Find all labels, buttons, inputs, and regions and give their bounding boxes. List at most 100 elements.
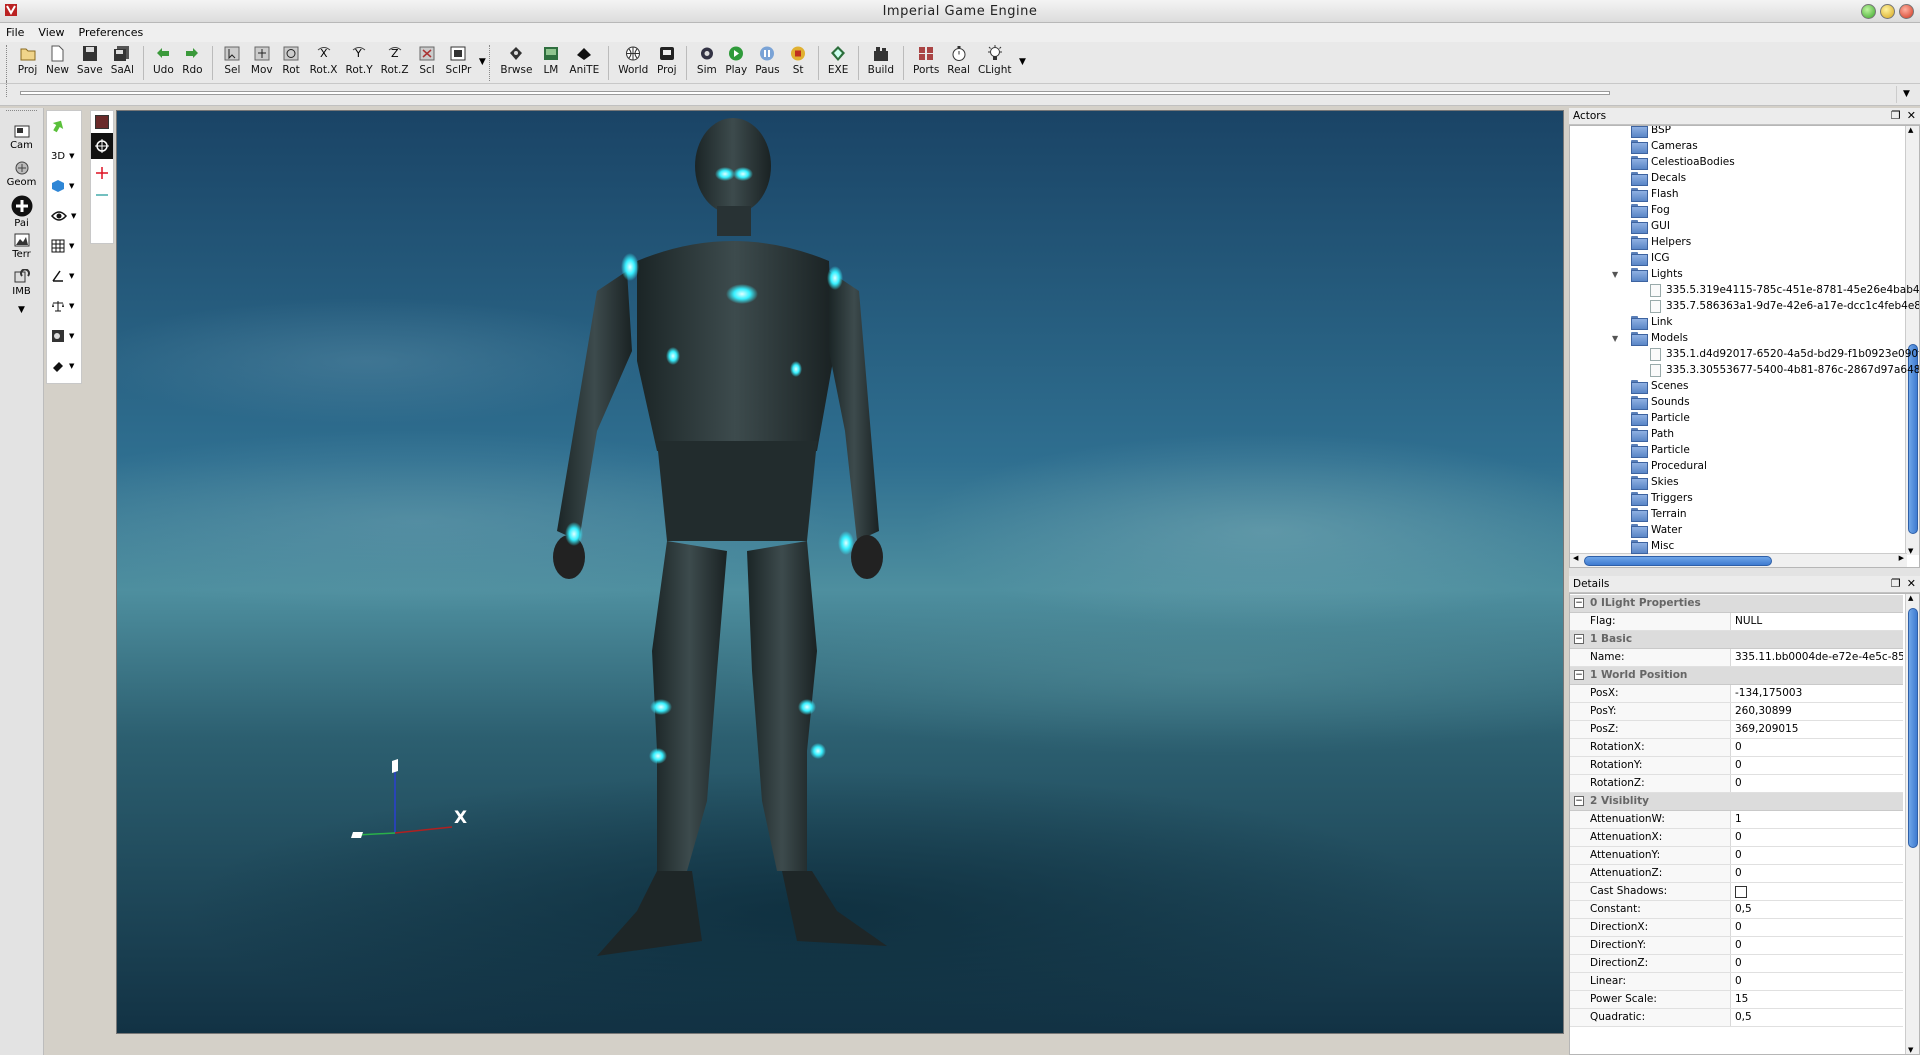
collapse-section-icon[interactable]: − [1574,634,1584,644]
character-model[interactable] [553,118,887,956]
render-dropdown[interactable]: ▼ [47,321,81,351]
scroll-down-arrow[interactable]: ▼ [1908,1046,1913,1054]
maximize-button[interactable] [1880,4,1895,19]
menu-view[interactable]: View [38,26,64,39]
property-value-field[interactable]: 0 [1731,973,1903,990]
scroll-left-arrow[interactable]: ◀ [1573,554,1578,562]
close-panel-icon[interactable]: ✕ [1907,577,1916,590]
tree-folder-item[interactable]: Fog [1631,202,1670,218]
expand-toggle-icon[interactable]: ▼ [1612,334,1621,343]
property-value-field[interactable]: -134,175003 [1731,685,1903,702]
tree-folder-item[interactable]: Sounds [1631,394,1690,410]
timeline-track[interactable] [20,91,1610,95]
3d-viewport[interactable]: X [116,110,1564,1034]
float-panel-icon[interactable]: ❐ [1891,577,1901,590]
snap-tool[interactable] [47,111,81,141]
animation-editor-button[interactable]: AniTE [565,42,603,82]
grid-dropdown[interactable]: ▼ [47,231,81,261]
tree-folder-item[interactable]: Helpers [1631,234,1691,250]
property-value-field[interactable]: 0 [1731,775,1903,792]
property-value-field[interactable]: 0 [1731,955,1903,972]
axis-gizmo[interactable] [351,759,453,838]
project-button[interactable]: Proj [652,42,681,82]
save-button[interactable]: Save [73,42,107,82]
collapse-section-icon[interactable]: − [1574,670,1584,680]
property-value-field[interactable]: 335.11.bb0004de-e72e-4e5c-85f0 [1731,649,1903,666]
property-value-field[interactable]: 0 [1731,919,1903,936]
tree-folder-item[interactable]: Misc [1631,538,1674,554]
menu-file[interactable]: File [6,26,24,39]
paint-tool[interactable]: Pai [0,194,43,229]
left-toolbox-more[interactable]: ▼ [0,305,43,315]
tree-actor-item[interactable]: 335.5.319e4115-785c-451e-8781-45e26e4bab… [1650,282,1919,298]
tree-actor-item[interactable]: 335.7.586363a1-9d7e-42e6-a17e-dcc1c4feb4… [1650,298,1919,314]
target-tool[interactable] [91,133,113,159]
tree-folder-item[interactable]: Decals [1631,170,1686,186]
tree-folder-item[interactable]: ▼ Models [1612,330,1688,346]
actors-horizontal-scrollbar[interactable]: ◀ ▶ [1570,553,1907,567]
property-value-field[interactable]: 260,30899 [1731,703,1903,720]
cast-shadows-checkbox[interactable] [1731,883,1903,900]
tree-folder-item[interactable]: Procedural [1631,458,1707,474]
exe-button[interactable]: EXE [824,42,853,82]
property-section-header[interactable]: −0 ILight Properties [1570,595,1903,613]
property-section-header[interactable]: −1 Basic [1570,631,1903,649]
viewports-button[interactable]: Ports [909,42,943,82]
clight-button[interactable]: CLight [974,42,1016,82]
scale-snap-dropdown[interactable]: ▼ [47,291,81,321]
property-value-field[interactable]: 369,209015 [1731,721,1903,738]
tree-folder-item[interactable]: ICG [1631,250,1670,266]
save-all-button[interactable]: SaAl [107,42,138,82]
simulate-button[interactable]: Sim [692,42,721,82]
scroll-up-arrow[interactable]: ▲ [1908,594,1913,602]
property-value-field[interactable]: 15 [1731,991,1903,1008]
toolbar-overflow-button-2[interactable]: ▼ [1015,42,1029,82]
property-value-field[interactable]: 1 [1731,811,1903,828]
zoom-in-button[interactable] [91,159,113,187]
property-value-field[interactable]: 0 [1731,829,1903,846]
play-button[interactable]: Play [721,42,751,82]
property-value-field[interactable]: NULL [1731,613,1903,630]
property-value-field[interactable]: 0 [1731,739,1903,756]
imb-tool[interactable]: IMB [0,266,43,303]
tree-actor-item[interactable]: 335.3.30553677-5400-4b81-876c-2867d97a64… [1650,362,1919,378]
rotate-tool-button[interactable]: Rot [277,42,306,82]
scale-proportional-button[interactable]: SclPr [442,42,476,82]
scroll-right-arrow[interactable]: ▶ [1899,554,1904,562]
tree-actor-item[interactable]: 335.1.d4d92017-6520-4a5d-bd29-f1b0923e09… [1650,346,1919,362]
minimize-button[interactable] [1861,4,1876,19]
tree-folder-item[interactable]: Link [1631,314,1673,330]
property-value-field[interactable]: 0 [1731,865,1903,882]
actors-hscroll-thumb[interactable] [1584,556,1772,566]
collapse-section-icon[interactable]: − [1574,796,1584,806]
close-button[interactable] [1899,4,1914,19]
eraser-dropdown[interactable]: ▼ [47,351,81,381]
geometry-tool[interactable]: Geom [0,157,43,194]
menu-preferences[interactable]: Preferences [79,26,144,39]
property-section-header[interactable]: −2 Visiblity [1570,793,1903,811]
shading-dropdown[interactable]: ▼ [47,171,81,201]
toolbar-overflow-button[interactable]: ▼ [475,42,489,82]
tree-folder-item[interactable]: GUI [1631,218,1670,234]
open-project-button[interactable]: Proj [13,42,42,82]
new-button[interactable]: New [42,42,73,82]
realtime-button[interactable]: Real [943,42,974,82]
tree-folder-item[interactable]: Particle [1631,442,1690,458]
property-value-field[interactable]: 0,5 [1731,1009,1903,1026]
toolbar-grip[interactable] [6,45,10,81]
property-section-header[interactable]: −1 World Position [1570,667,1903,685]
browse-button[interactable]: Brwse [496,42,536,82]
timeline-dropdown-button[interactable]: ▼ [1896,86,1916,103]
checkbox-icon[interactable] [1735,886,1747,898]
property-value-field[interactable]: 0,5 [1731,901,1903,918]
tree-folder-item[interactable]: Triggers [1631,490,1693,506]
rotate-y-button[interactable]: Y Rot.Y [342,42,377,82]
scroll-down-arrow[interactable]: ▼ [1908,547,1913,555]
tree-folder-item[interactable]: CelestioaBodies [1631,154,1735,170]
scale-tool-button[interactable]: Scl [413,42,442,82]
undo-button[interactable]: Udo [149,42,178,82]
angle-snap-dropdown[interactable]: ▼ [47,261,81,291]
property-value-field[interactable]: 0 [1731,847,1903,864]
tree-folder-item[interactable]: Water [1631,522,1682,538]
tree-folder-item[interactable]: Scenes [1631,378,1688,394]
